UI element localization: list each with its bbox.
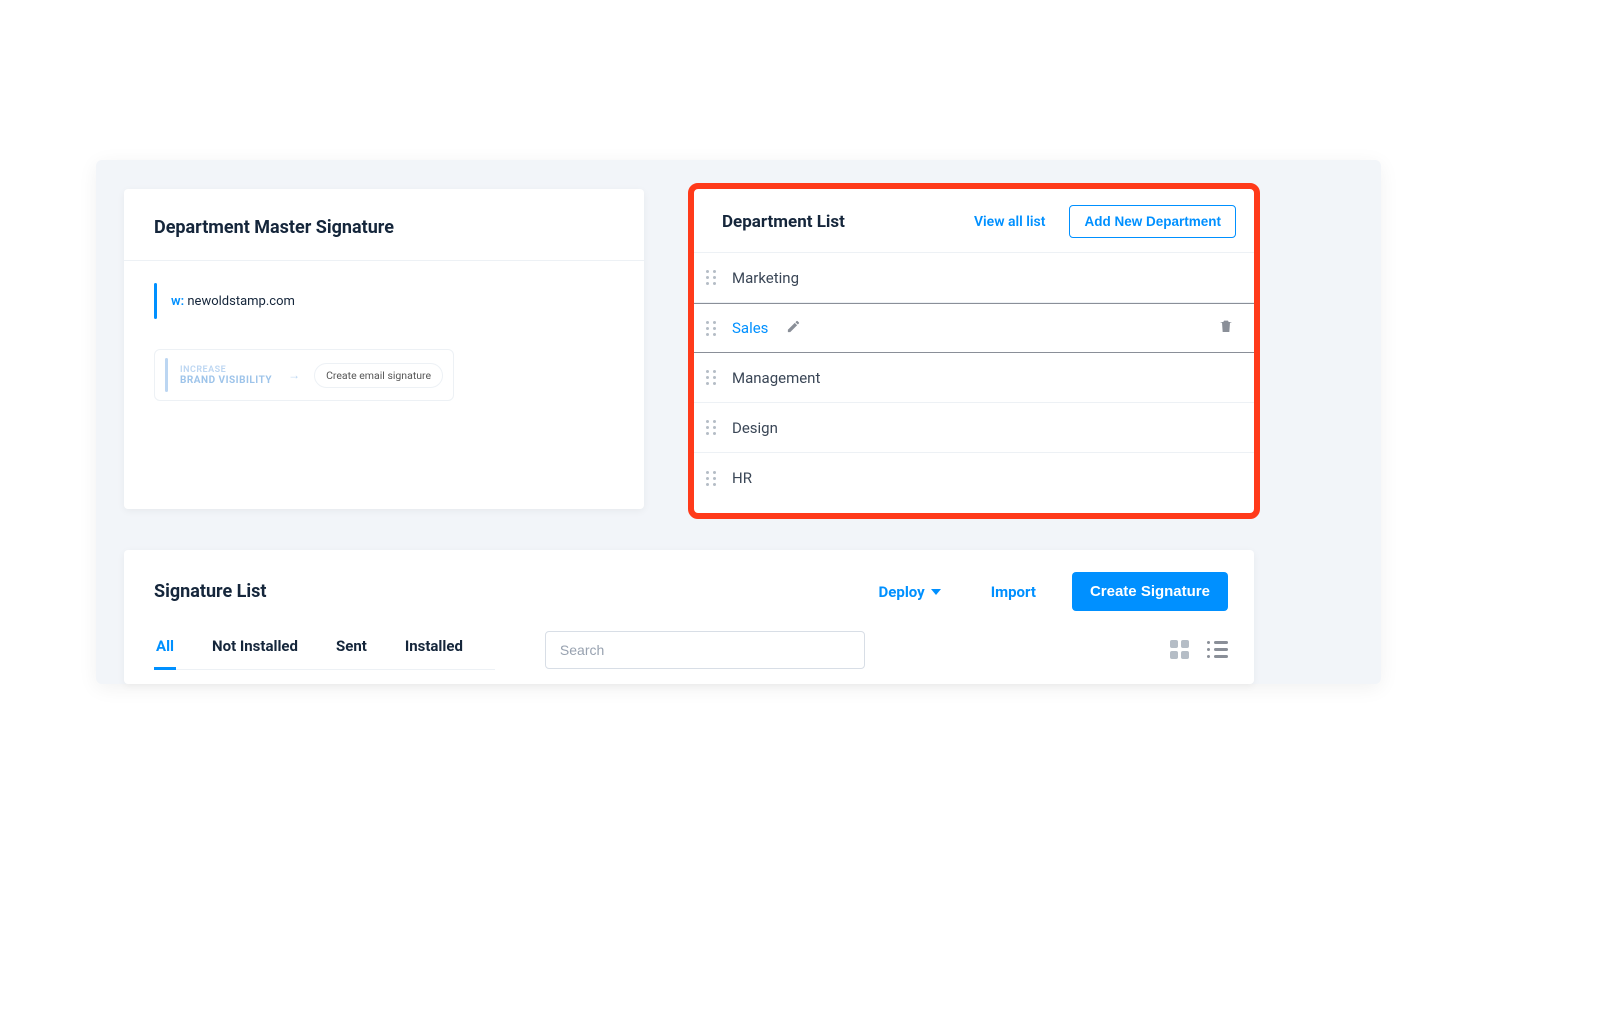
- department-name: Management: [732, 369, 820, 387]
- view-toggle-group: [1170, 640, 1228, 659]
- deploy-dropdown[interactable]: Deploy: [879, 583, 941, 601]
- website-value: newoldstamp.com: [187, 294, 295, 309]
- signature-banner[interactable]: INCREASE BRAND VISIBILITY → Create email…: [154, 349, 454, 401]
- master-signature-title: Department Master Signature: [124, 189, 644, 260]
- department-list-title: Department List: [722, 212, 974, 232]
- add-new-department-button[interactable]: Add New Department: [1069, 205, 1236, 238]
- tab-installed[interactable]: Installed: [403, 629, 465, 670]
- department-row[interactable]: Marketing: [694, 253, 1254, 303]
- drag-handle-icon[interactable]: [706, 420, 720, 435]
- department-row[interactable]: HR: [694, 453, 1254, 503]
- master-signature-body: w: newoldstamp.com INCREASE BRAND VISIBI…: [124, 261, 644, 423]
- tab-sent[interactable]: Sent: [334, 629, 369, 670]
- website-label: w:: [171, 294, 184, 309]
- signature-list-card: Signature List Deploy Import Create Sign…: [124, 550, 1254, 684]
- department-row[interactable]: Sales: [694, 303, 1254, 353]
- view-all-list-link[interactable]: View all list: [974, 214, 1046, 230]
- signature-list-subheader: All Not Installed Sent Installed: [124, 629, 1254, 670]
- master-signature-card: Department Master Signature w: newoldsta…: [124, 189, 644, 509]
- edit-icon[interactable]: [786, 319, 801, 338]
- arrow-right-icon: →: [288, 368, 300, 382]
- drag-handle-icon[interactable]: [706, 370, 720, 385]
- department-name: HR: [732, 469, 752, 487]
- app-content: Department Master Signature w: newoldsta…: [96, 160, 1381, 684]
- accent-bar: [154, 283, 157, 319]
- banner-cta[interactable]: Create email signature: [314, 363, 443, 388]
- signature-tabs: All Not Installed Sent Installed: [154, 629, 495, 670]
- tab-all[interactable]: All: [154, 629, 176, 670]
- signature-website-text: w: newoldstamp.com: [171, 294, 295, 309]
- drag-handle-icon[interactable]: [706, 321, 720, 336]
- department-name: Marketing: [732, 269, 799, 287]
- tab-not-installed[interactable]: Not Installed: [210, 629, 300, 670]
- create-signature-button[interactable]: Create Signature: [1072, 572, 1228, 611]
- search-input[interactable]: [545, 631, 865, 669]
- trash-icon[interactable]: [1218, 318, 1234, 338]
- drag-handle-icon[interactable]: [706, 471, 720, 486]
- banner-line2: BRAND VISIBILITY: [180, 375, 272, 386]
- grid-view-icon[interactable]: [1170, 640, 1189, 659]
- banner-line1: INCREASE: [180, 365, 272, 375]
- department-row[interactable]: Management: [694, 353, 1254, 403]
- department-name: Design: [732, 419, 778, 437]
- banner-accent-bar: [165, 358, 168, 392]
- department-list-header: Department List View all list Add New De…: [694, 189, 1254, 253]
- banner-text: INCREASE BRAND VISIBILITY: [180, 365, 272, 386]
- caret-down-icon: [931, 589, 941, 595]
- signature-list-header: Signature List Deploy Import Create Sign…: [124, 550, 1254, 629]
- deploy-label: Deploy: [879, 583, 925, 601]
- department-row[interactable]: Design: [694, 403, 1254, 453]
- signature-list-title: Signature List: [154, 581, 879, 602]
- signature-website-row: w: newoldstamp.com: [154, 283, 614, 319]
- department-list-card: Department List View all list Add New De…: [694, 189, 1254, 513]
- import-button[interactable]: Import: [991, 583, 1036, 601]
- list-view-icon[interactable]: [1207, 641, 1228, 658]
- drag-handle-icon[interactable]: [706, 270, 720, 285]
- department-name: Sales: [732, 319, 768, 337]
